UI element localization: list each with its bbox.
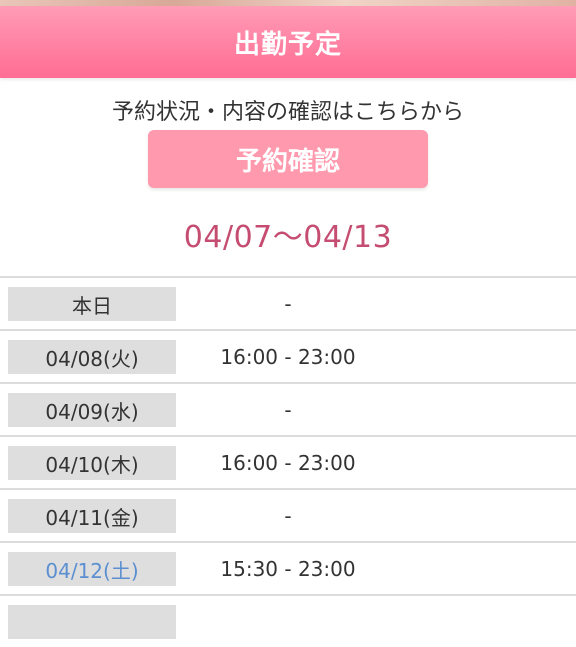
week-range: 04/07〜04/13: [183, 220, 393, 255]
schedule-date: 04/09(水): [8, 393, 176, 427]
schedule-row: [0, 594, 576, 647]
schedule-date: 04/11(金): [8, 499, 176, 533]
schedule-date-partial: [8, 605, 176, 639]
schedule-table: 本日 - 04/08(火) 16:00 - 23:00 04/09(水) - 0…: [0, 276, 576, 647]
schedule-time: -: [284, 504, 292, 528]
reservation-info-text: 予約状況・内容の確認はこちらから: [111, 100, 464, 125]
schedule-row: 04/12(土) 15:30 - 23:00: [0, 541, 576, 594]
schedule-time: -: [284, 398, 292, 422]
schedule-date: 本日: [8, 287, 176, 321]
schedule-date: 04/10(木): [8, 446, 176, 480]
schedule-time: -: [284, 292, 292, 316]
schedule-row: 04/11(金) -: [0, 488, 576, 541]
schedule-date: 04/08(火): [8, 340, 176, 374]
schedule-row: 04/10(木) 16:00 - 23:00: [0, 435, 576, 488]
reservation-check-button[interactable]: 予約確認: [148, 130, 428, 188]
schedule-time: 16:00 - 23:00: [220, 451, 356, 475]
schedule-row: 04/08(火) 16:00 - 23:00: [0, 329, 576, 382]
schedule-time: 15:30 - 23:00: [220, 557, 356, 581]
header-bar: 出勤予定: [0, 6, 576, 78]
schedule-date: 04/12(土): [8, 552, 176, 586]
schedule-row: 本日 -: [0, 276, 576, 329]
schedule-row: 04/09(水) -: [0, 382, 576, 435]
page-title: 出勤予定: [233, 29, 342, 60]
schedule-time: 16:00 - 23:00: [220, 345, 356, 369]
